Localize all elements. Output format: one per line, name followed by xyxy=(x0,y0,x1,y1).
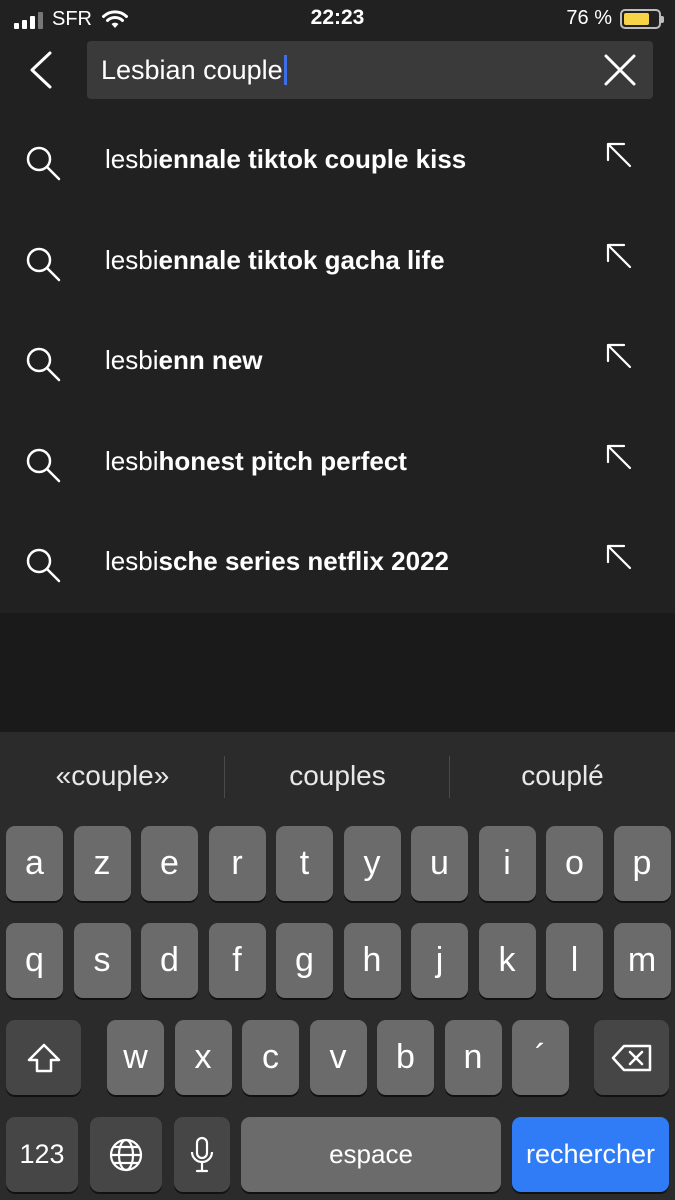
key-h[interactable]: h xyxy=(343,923,401,998)
microphone-icon xyxy=(190,1136,214,1172)
search-icon xyxy=(26,548,61,583)
backspace-icon xyxy=(611,1044,651,1071)
globe-key[interactable] xyxy=(90,1117,162,1192)
suggestion-prefix: lesbi xyxy=(105,244,159,275)
key-w[interactable]: w xyxy=(107,1020,164,1095)
suggestion-completion: enn new xyxy=(158,345,263,375)
suggestion-text: lesbiennale tiktok gacha life xyxy=(105,245,445,276)
prediction-1[interactable]: «couple» xyxy=(0,760,225,792)
battery-fill xyxy=(624,12,650,25)
suggestion-text: lesbiennale tiktok couple kiss xyxy=(105,144,466,175)
key-k[interactable]: k xyxy=(478,923,536,998)
close-icon xyxy=(604,54,636,86)
status-bar: SFR 22:23 76 % xyxy=(0,0,675,36)
key-x[interactable]: x xyxy=(174,1020,232,1095)
space-key[interactable]: espace xyxy=(241,1117,501,1192)
key-b[interactable]: b xyxy=(377,1020,434,1095)
prediction-2[interactable]: couples xyxy=(225,760,450,792)
key-j[interactable]: j xyxy=(411,923,468,998)
search-query-wrapper: Lesbian couple xyxy=(101,55,287,86)
suggestion-completion: ennale tiktok gacha life xyxy=(158,244,445,275)
clear-search-button[interactable] xyxy=(603,53,637,87)
search-input[interactable]: Lesbian couple xyxy=(87,41,653,99)
key-e[interactable]: e xyxy=(141,826,198,901)
suggestion-completion: honest pitch perfect xyxy=(158,445,407,476)
suggestion-prefix: lesbi xyxy=(105,345,159,375)
suggestion-prefix: lesbi xyxy=(105,546,159,576)
key-i[interactable]: i xyxy=(478,826,536,901)
shift-icon xyxy=(27,1043,60,1072)
fill-query-button[interactable] xyxy=(604,542,634,572)
key-d[interactable]: d xyxy=(141,923,198,998)
suggestion-completion: ennale tiktok couple kiss xyxy=(158,144,467,174)
prediction-3[interactable]: couplé xyxy=(450,760,675,792)
fill-query-button[interactable] xyxy=(604,241,634,271)
key-o[interactable]: o xyxy=(546,826,603,901)
key-z[interactable]: z xyxy=(73,826,131,901)
key-a[interactable]: a xyxy=(6,826,63,901)
suggestion-text: lesbihonest pitch perfect xyxy=(105,446,407,477)
key-s[interactable]: s xyxy=(73,923,131,998)
key-p[interactable]: p xyxy=(613,826,671,901)
suggestion-text: lesbische series netflix 2022 xyxy=(105,546,449,577)
key-l[interactable]: l xyxy=(546,923,603,998)
suggestion-list: lesbiennale tiktok couple kiss lesbiennal… xyxy=(0,110,675,613)
shift-key[interactable] xyxy=(6,1020,81,1095)
key-u[interactable]: u xyxy=(411,826,468,901)
suggestion-prefix: lesbi xyxy=(105,445,159,476)
suggestion-item[interactable]: lesbiennale tiktok gacha life xyxy=(0,211,675,311)
suggestion-item[interactable]: lesbische series netflix 2022 xyxy=(0,512,675,612)
search-icon xyxy=(26,247,61,281)
suggestion-text: lesbienn new xyxy=(105,345,263,376)
key-f[interactable]: f xyxy=(208,923,266,998)
fill-query-button[interactable] xyxy=(604,140,634,170)
suggestion-completion: sche series netflix 2022 xyxy=(158,546,450,576)
arrow-up-left-icon xyxy=(606,142,632,168)
fill-query-button[interactable] xyxy=(604,442,634,472)
suggestion-item[interactable]: lesbienn new xyxy=(0,311,675,411)
delete-key[interactable] xyxy=(594,1020,669,1095)
key-c[interactable]: c xyxy=(242,1020,299,1095)
numbers-key[interactable]: 123 xyxy=(6,1117,78,1192)
arrow-up-left-icon xyxy=(606,444,632,469)
key-n[interactable]: n xyxy=(444,1020,502,1095)
search-icon xyxy=(26,146,61,181)
key-q[interactable]: q xyxy=(6,923,63,998)
prediction-bar: «couple» couples couplé xyxy=(0,732,675,822)
battery-icon xyxy=(620,8,664,29)
suggestion-item[interactable]: lesbiennale tiktok couple kiss xyxy=(0,110,675,210)
suggestion-item[interactable]: lesbihonest pitch perfect xyxy=(0,412,675,512)
search-icon xyxy=(26,448,61,482)
search-query: Lesbian couple xyxy=(101,55,283,85)
key-v[interactable]: v xyxy=(309,1020,367,1095)
empty-area xyxy=(0,613,675,732)
dictation-key[interactable] xyxy=(174,1117,230,1192)
battery-percent: 76 % xyxy=(566,7,612,29)
globe-icon xyxy=(109,1138,143,1171)
arrow-up-left-icon xyxy=(606,544,632,570)
status-right: 76 % xyxy=(566,7,664,30)
key-g[interactable]: g xyxy=(276,923,333,998)
chevron-left-icon xyxy=(30,51,52,89)
arrow-up-left-icon xyxy=(606,343,632,369)
key-y[interactable]: y xyxy=(343,826,401,901)
keyboard: «couple» couples couplé azertyuiop qsdfgh… xyxy=(0,732,675,1200)
key-acute-accent[interactable]: ´ xyxy=(512,1020,569,1095)
arrow-up-left-icon xyxy=(606,243,632,268)
back-button[interactable] xyxy=(20,48,64,92)
search-key[interactable]: rechercher xyxy=(512,1117,669,1192)
suggestion-prefix: lesbi xyxy=(105,144,159,174)
key-m[interactable]: m xyxy=(613,923,671,998)
search-icon xyxy=(26,347,61,382)
key-t[interactable]: t xyxy=(276,826,333,901)
text-caret xyxy=(283,55,287,85)
fill-query-button[interactable] xyxy=(604,341,634,371)
key-r[interactable]: r xyxy=(208,826,266,901)
